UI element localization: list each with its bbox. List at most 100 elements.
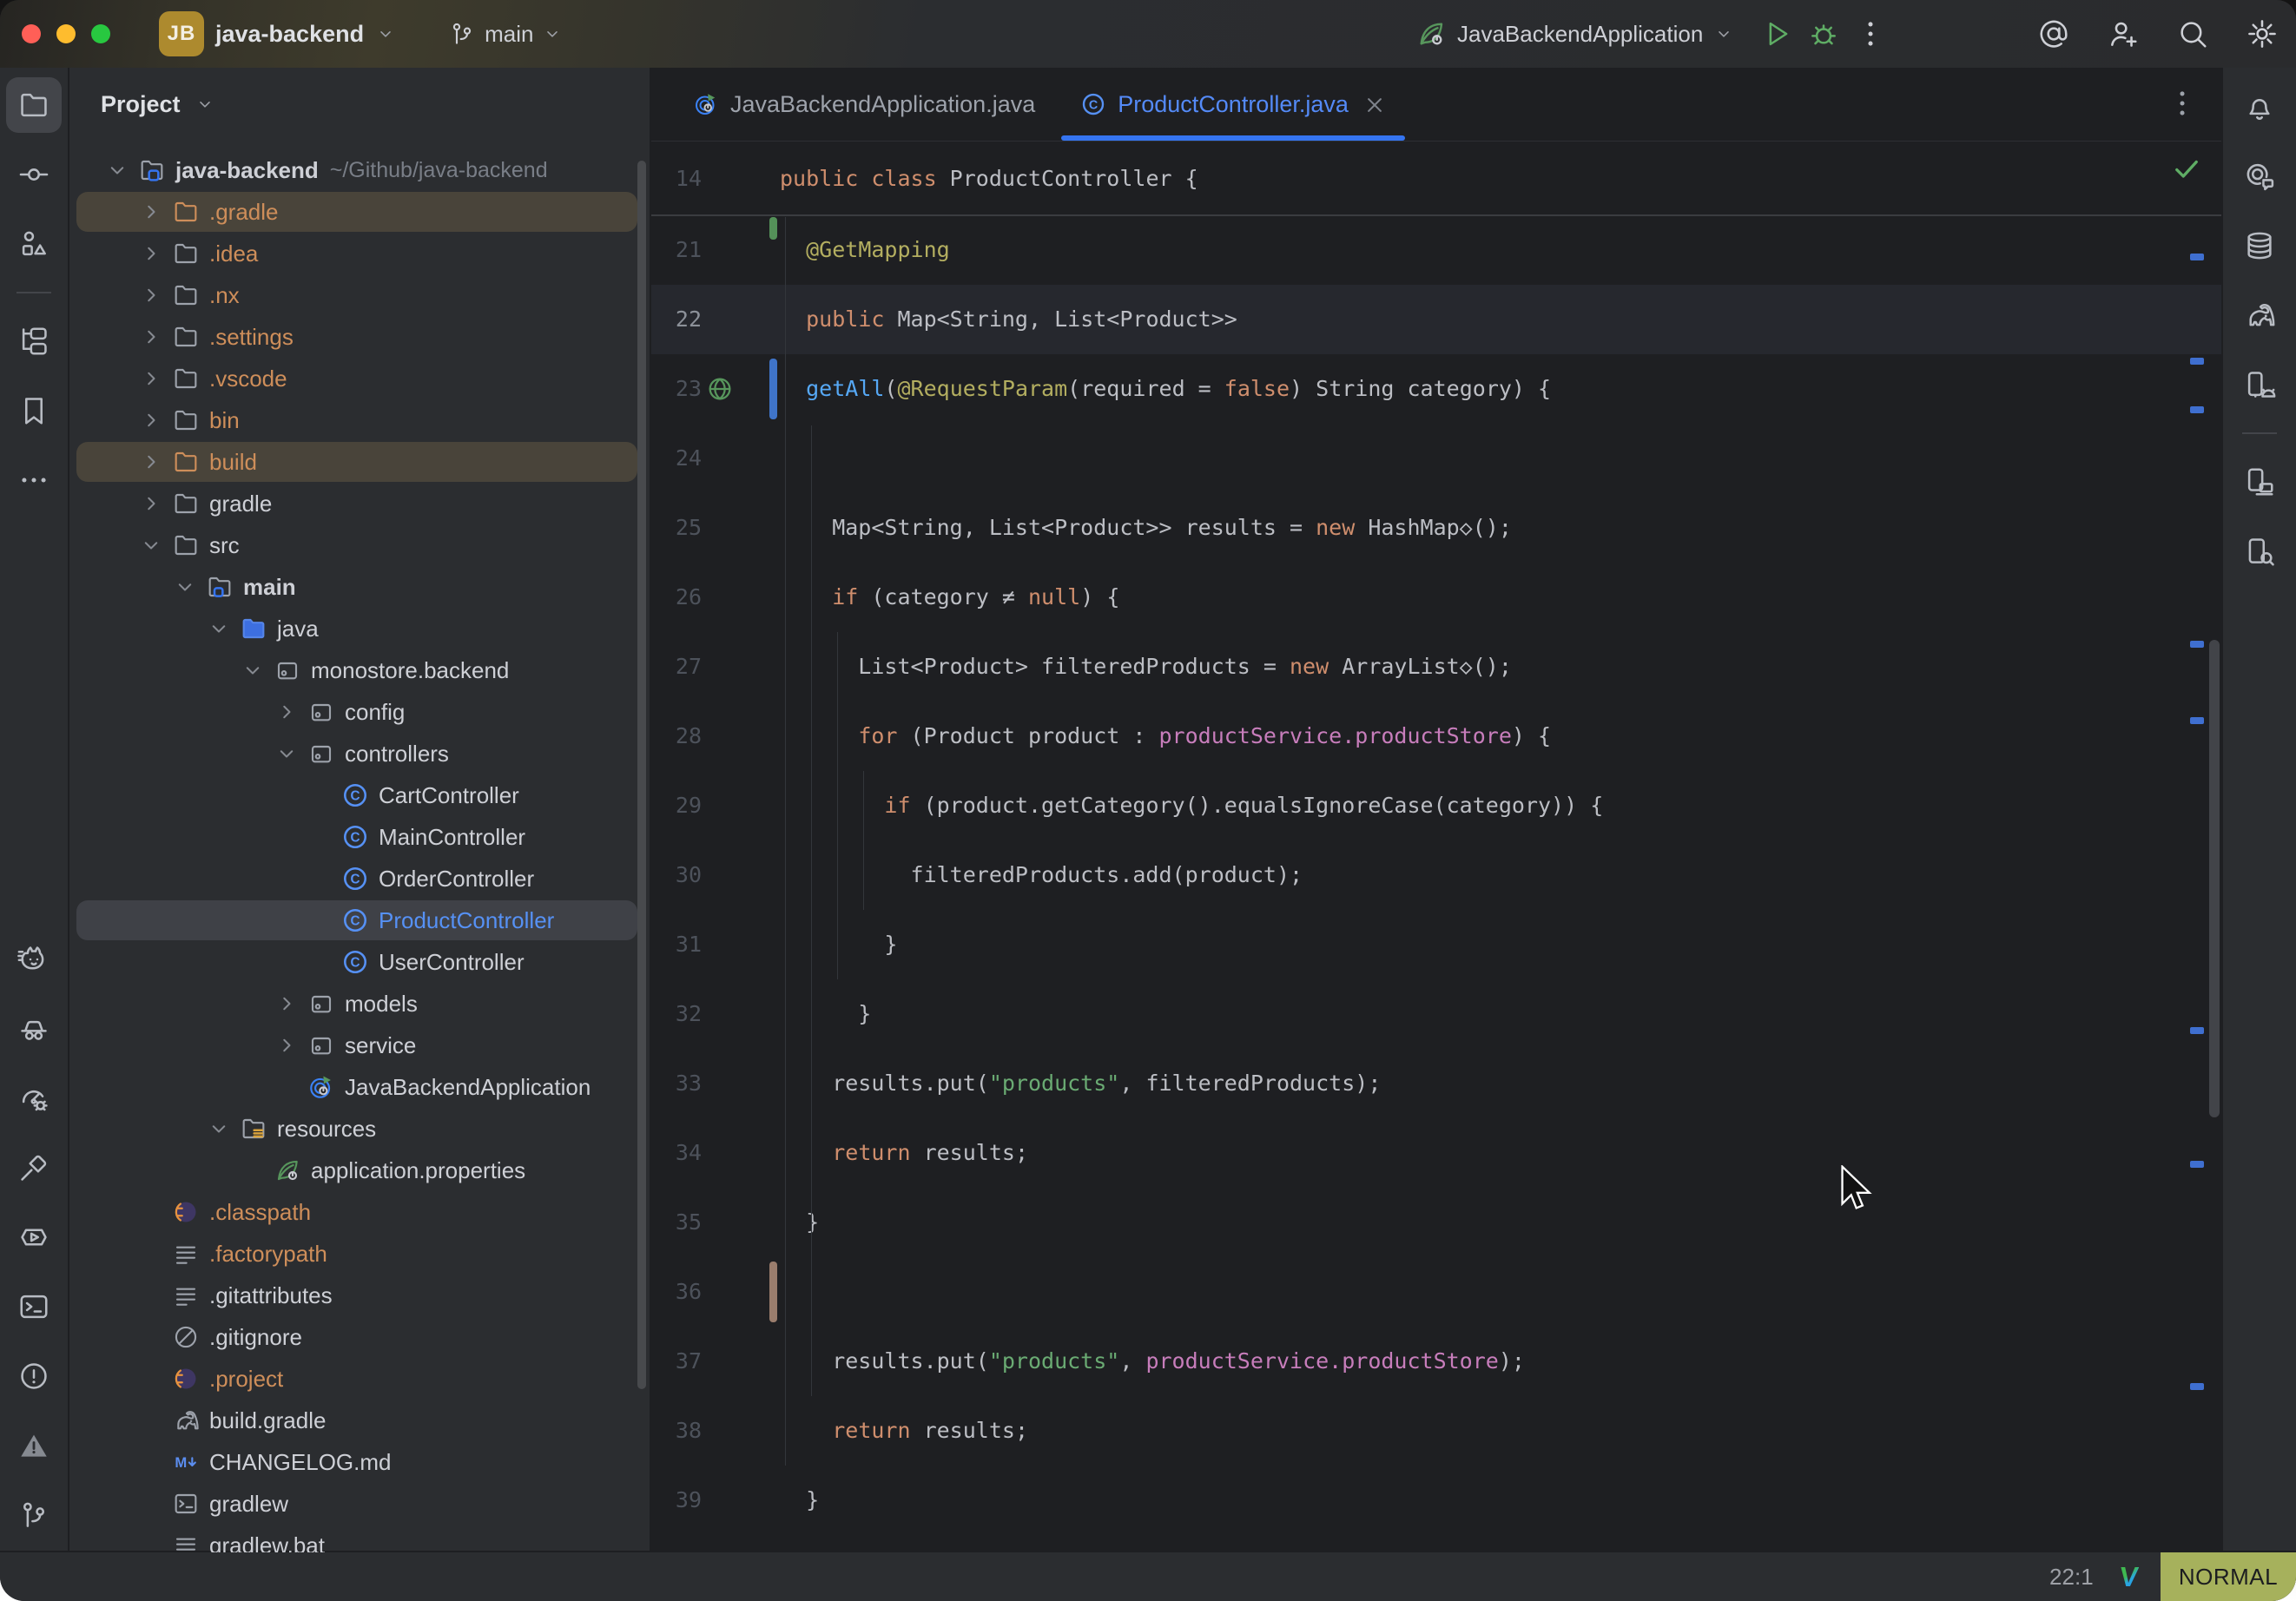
stripe-database-button[interactable] [2232,218,2287,273]
code-line-31[interactable]: 31 } [651,910,2221,979]
tree-item-java[interactable]: java [69,608,650,649]
stripe-incognito-button[interactable] [6,1001,62,1057]
ai-mention-button[interactable] [2037,17,2070,50]
chevron-right-icon[interactable] [138,282,164,308]
line-number[interactable]: 35 [651,1188,702,1257]
line-number[interactable]: 23 [651,354,702,424]
chevron-down-icon[interactable] [104,157,130,183]
chevron-down-icon[interactable] [1713,23,1734,44]
chevron-right-icon[interactable] [138,324,164,350]
stripe-bookmarks-button[interactable] [6,383,62,438]
code-line-37[interactable]: 37 results.put("products", productServic… [651,1327,2221,1396]
line-number[interactable]: 37 [651,1327,702,1396]
chevron-right-icon[interactable] [274,699,300,725]
tab-javabackendapplication-java[interactable]: JavaBackendApplication.java [670,68,1058,141]
ideavim-icon[interactable]: V [2118,1561,2140,1593]
stripe-device-manager-button[interactable] [2232,357,2287,412]
line-number[interactable]: 31 [651,910,702,979]
code-line-14[interactable]: 14public class ProductController { [651,144,2221,214]
tree-item-application-properties[interactable]: application.properties [69,1150,650,1191]
tree-item-cartcontroller[interactable]: CCartController [69,774,650,816]
code-line-21[interactable]: 21 @GetMapping [651,215,2221,285]
code-line-39[interactable]: 39 } [651,1466,2221,1535]
code-line-25[interactable]: 25 Map<String, List<Product>> results = … [651,493,2221,563]
line-number[interactable]: 24 [651,424,702,493]
stripe-structure-button[interactable] [6,216,62,272]
stripe-profiler-button[interactable] [6,1071,62,1126]
tree-item-main[interactable]: main [69,566,650,608]
error-stripe-change-tick[interactable] [2190,1383,2204,1390]
chevron-down-icon[interactable] [274,741,300,767]
settings-button[interactable] [2246,17,2279,50]
line-number[interactable]: 29 [651,771,702,840]
tree-item-project[interactable]: .project [69,1358,650,1400]
error-stripe-change-tick[interactable] [2190,1161,2204,1168]
line-number[interactable]: 21 [651,215,702,285]
tree-item-ordercontroller[interactable]: COrderController [69,858,650,899]
run-button[interactable] [1760,17,1793,50]
stripe-services-button[interactable] [6,1209,62,1265]
tree-item-classpath[interactable]: .classpath [69,1191,650,1233]
tree-item-build-gradle[interactable]: build.gradle [69,1400,650,1441]
tree-item-bin[interactable]: bin [69,399,650,441]
more-actions-button[interactable] [1854,17,1887,50]
code-line-38[interactable]: 38 return results; [651,1396,2221,1466]
chevron-down-icon[interactable] [172,574,198,600]
line-number[interactable]: 26 [651,563,702,632]
code-line-32[interactable]: 32 } [651,979,2221,1049]
error-stripe-change-tick[interactable] [2190,358,2204,365]
error-stripe-change-tick[interactable] [2190,1027,2204,1034]
code-line-36[interactable]: 36 [651,1257,2221,1327]
error-stripe-change-tick[interactable] [2190,406,2204,413]
code-line-27[interactable]: 27 List<Product> filteredProducts = new … [651,632,2221,702]
stripe-hierarchy-button[interactable] [6,313,62,369]
stripe-more-button[interactable] [6,452,62,508]
stripe-problems-button[interactable] [6,1348,62,1404]
code-line-22[interactable]: 22 public Map<String, List<Product>> [651,285,2221,354]
tree-item-usercontroller[interactable]: CUserController [69,941,650,983]
tree-item-javabackendapplication[interactable]: JavaBackendApplication [69,1066,650,1108]
tree-item-monostore-backend[interactable]: monostore.backend [69,649,650,691]
chevron-down-icon[interactable] [138,532,164,558]
error-stripe-change-tick[interactable] [2190,717,2204,724]
code-line-30[interactable]: 30 filteredProducts.add(product); [651,840,2221,910]
tree-item-gradle[interactable]: gradle [69,483,650,524]
line-number[interactable]: 38 [651,1396,702,1466]
code-line-24[interactable]: 24 [651,424,2221,493]
line-number[interactable]: 27 [651,632,702,702]
stripe-copilot-cat-button[interactable] [6,932,62,987]
tree-item-gitignore[interactable]: .gitignore [69,1316,650,1358]
chevron-right-icon[interactable] [274,991,300,1017]
tab-productcontroller-java[interactable]: CProductController.java [1058,68,1409,141]
tree-item-vscode[interactable]: .vscode [69,358,650,399]
chevron-right-icon[interactable] [138,491,164,517]
chevron-right-icon[interactable] [274,1032,300,1058]
chevron-right-icon[interactable] [138,199,164,225]
line-number[interactable]: 14 [651,144,702,214]
tree-item-service[interactable]: service [69,1025,650,1066]
code-line-28[interactable]: 28 for (Product product : productService… [651,702,2221,771]
tree-item-factorypath[interactable]: .factorypath [69,1233,650,1275]
tree-item-gradlew-bat[interactable]: gradlew.bat [69,1525,650,1552]
line-number[interactable]: 32 [651,979,702,1049]
tree-item-gradle[interactable]: .gradle [69,191,650,233]
minimize-button[interactable] [56,24,76,43]
code-line-35[interactable]: 35 } [651,1188,2221,1257]
run-configuration-name[interactable]: JavaBackendApplication [1457,21,1703,48]
project-widget[interactable]: JB java-backend [159,11,396,56]
debug-button[interactable] [1807,17,1840,50]
tree-item-java-backend[interactable]: java-backend~/Github/java-backend [69,149,650,191]
line-number[interactable]: 33 [651,1049,702,1118]
line-number[interactable]: 25 [651,493,702,563]
chevron-right-icon[interactable] [138,449,164,475]
tree-item-resources[interactable]: resources [69,1108,650,1150]
chevron-down-icon[interactable] [206,1116,232,1142]
vcs-branch-widget[interactable]: main [448,20,563,48]
tree-item-models[interactable]: models [69,983,650,1025]
line-number[interactable]: 22 [651,285,702,354]
stripe-running-devices-button[interactable] [2232,454,2287,510]
stripe-ai-assistant-button[interactable] [2232,148,2287,204]
tree-item-nx[interactable]: .nx [69,274,650,316]
tree-item-build[interactable]: build [69,441,650,483]
line-number[interactable]: 36 [651,1257,702,1327]
